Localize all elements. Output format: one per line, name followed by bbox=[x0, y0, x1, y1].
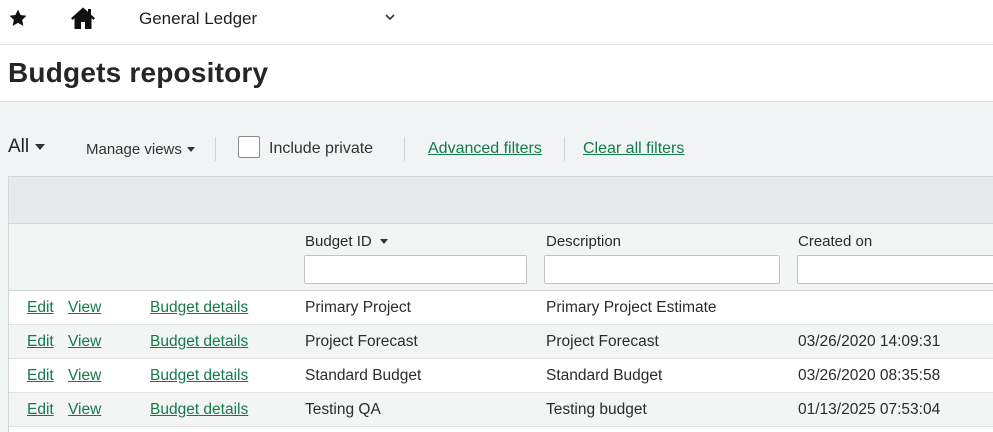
budget-id-cell: Project Forecast bbox=[305, 333, 418, 350]
page-title: Budgets repository bbox=[8, 57, 269, 88]
edit-link[interactable]: Edit bbox=[27, 299, 54, 317]
grid-column-headers: Budget ID Description Created on bbox=[9, 224, 993, 291]
budget-id-filter-input[interactable] bbox=[304, 255, 527, 284]
edit-link[interactable]: Edit bbox=[27, 333, 54, 351]
view-link[interactable]: View bbox=[68, 401, 101, 419]
budget-id-cell: Testing QA bbox=[305, 401, 381, 418]
table-row: Edit View Budget details Project Forecas… bbox=[9, 325, 993, 359]
column-header-label: Description bbox=[546, 233, 622, 250]
sort-descending-icon bbox=[379, 239, 388, 244]
budget-details-link[interactable]: Budget details bbox=[150, 401, 248, 419]
include-private-label[interactable]: Include private bbox=[269, 140, 373, 158]
description-cell: Standard Budget bbox=[546, 367, 663, 384]
chevron-down-icon[interactable] bbox=[384, 12, 396, 22]
filter-toolbar: All Manage views Include private Advance… bbox=[0, 102, 993, 176]
column-header-label: Created on bbox=[798, 233, 873, 250]
top-bar: General Ledger bbox=[0, 0, 993, 45]
table-row: Edit View Budget details Standard Budget… bbox=[9, 359, 993, 393]
include-private-checkbox[interactable] bbox=[238, 136, 260, 158]
view-link[interactable]: View bbox=[68, 367, 101, 385]
toolbar-divider bbox=[215, 137, 216, 161]
budget-id-cell: Standard Budget bbox=[305, 367, 422, 384]
view-selector-label: All bbox=[8, 136, 30, 157]
description-cell: Testing budget bbox=[546, 401, 647, 418]
manage-views-label: Manage views bbox=[86, 141, 182, 158]
view-link[interactable]: View bbox=[68, 299, 101, 317]
created-on-cell: 03/26/2020 14:09:31 bbox=[798, 333, 941, 350]
created-on-cell: 03/26/2020 08:35:58 bbox=[798, 367, 941, 384]
content-area: All Manage views Include private Advance… bbox=[0, 102, 993, 432]
edit-link[interactable]: Edit bbox=[27, 367, 54, 385]
star-icon[interactable] bbox=[8, 8, 28, 28]
budget-details-link[interactable]: Budget details bbox=[150, 299, 248, 317]
home-icon[interactable] bbox=[70, 6, 96, 30]
view-link[interactable]: View bbox=[68, 333, 101, 351]
toolbar-divider bbox=[404, 137, 405, 161]
column-header-created-on[interactable]: Created on bbox=[798, 233, 872, 250]
view-selector[interactable]: All bbox=[8, 136, 46, 158]
created-on-cell: 01/13/2025 07:53:04 bbox=[798, 401, 941, 418]
column-header-budget-id[interactable]: Budget ID bbox=[305, 233, 388, 250]
page-header: Budgets repository bbox=[0, 45, 993, 102]
budget-id-cell: Primary Project bbox=[305, 299, 411, 316]
advanced-filters-link[interactable]: Advanced filters bbox=[428, 140, 542, 158]
table-row: Edit View Budget details Primary Project… bbox=[9, 291, 993, 325]
description-cell: Primary Project Estimate bbox=[546, 299, 717, 316]
manage-views-button[interactable]: Manage views bbox=[86, 141, 195, 158]
column-header-label: Budget ID bbox=[305, 233, 372, 250]
column-header-description[interactable]: Description bbox=[546, 233, 621, 250]
clear-all-filters-link[interactable]: Clear all filters bbox=[583, 140, 684, 158]
budgets-grid: Budget ID Description Created on Edit Vi… bbox=[8, 176, 993, 432]
table-row: Edit View Budget details Testing QA Test… bbox=[9, 393, 993, 427]
module-title[interactable]: General Ledger bbox=[139, 9, 257, 29]
budget-details-link[interactable]: Budget details bbox=[150, 333, 248, 351]
edit-link[interactable]: Edit bbox=[27, 401, 54, 419]
grid-header-band bbox=[9, 177, 993, 224]
description-cell: Project Forecast bbox=[546, 333, 659, 350]
toolbar-divider bbox=[564, 137, 565, 161]
caret-down-icon bbox=[186, 147, 195, 152]
caret-down-icon bbox=[35, 144, 46, 150]
description-filter-input[interactable] bbox=[544, 255, 780, 284]
created-on-filter-input[interactable] bbox=[797, 255, 993, 284]
budget-details-link[interactable]: Budget details bbox=[150, 367, 248, 385]
